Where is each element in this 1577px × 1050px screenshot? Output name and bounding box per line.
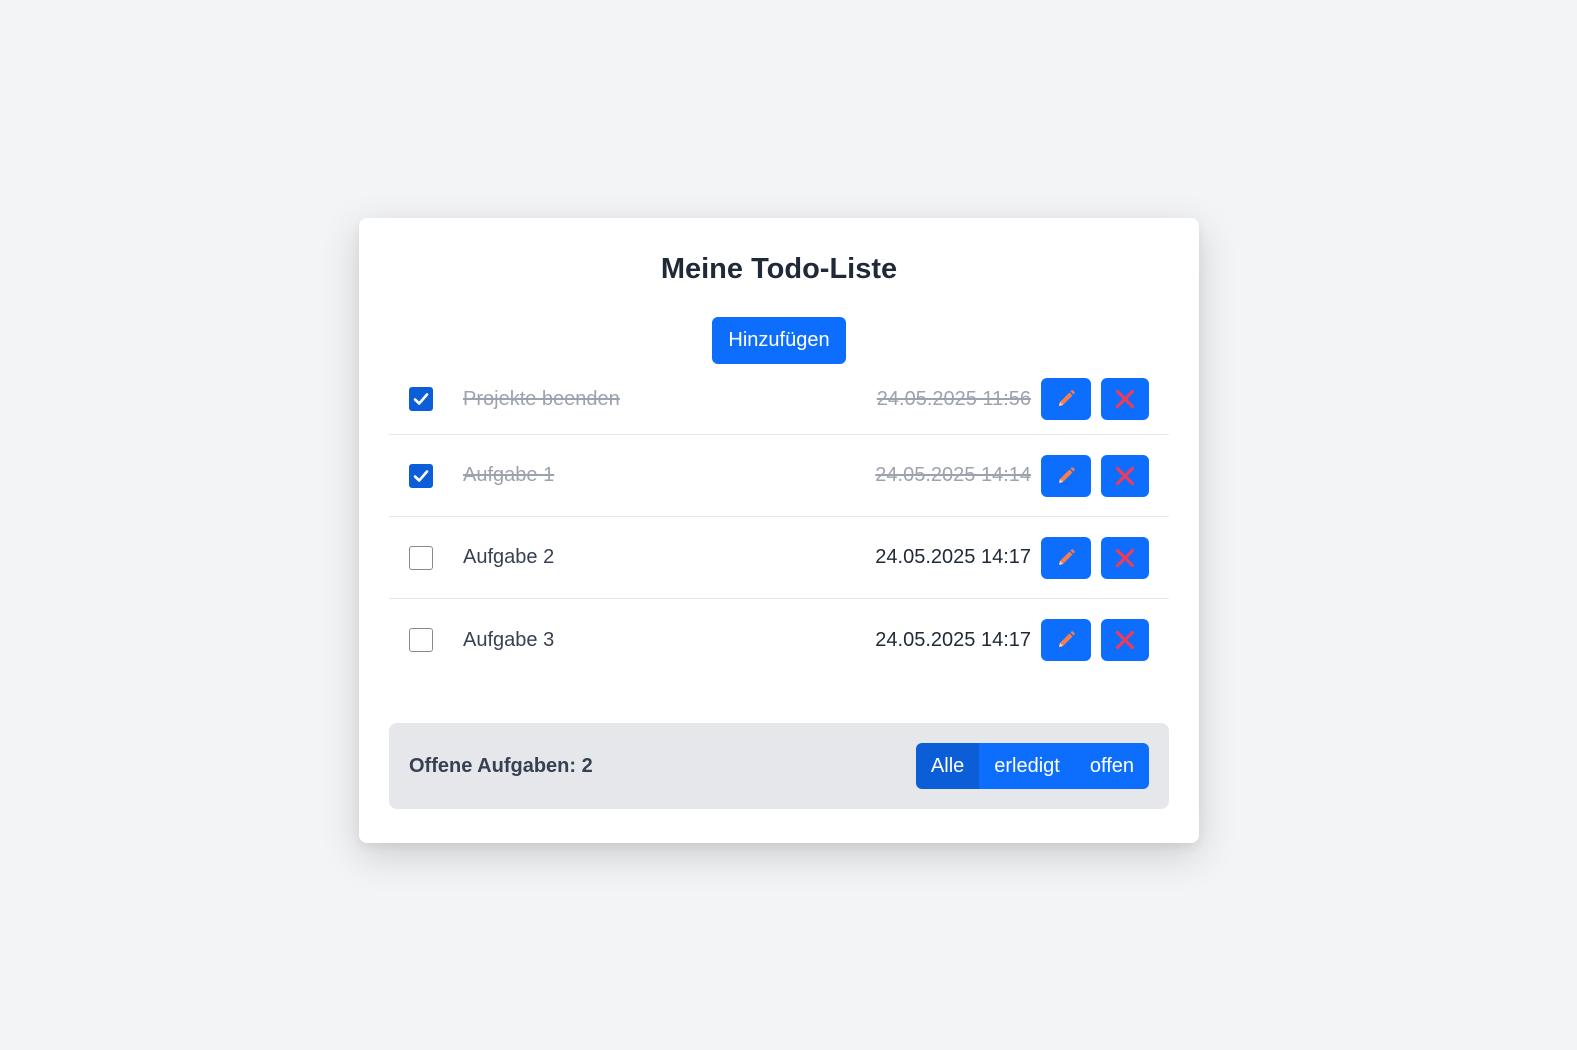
edit-button[interactable] (1041, 454, 1091, 497)
x-icon (1115, 389, 1135, 409)
todo-row: Projekte beenden 24.05.2025 11:56 (389, 364, 1169, 435)
edit-button[interactable] (1041, 619, 1091, 661)
todo-date: 24.05.2025 14:17 (875, 628, 1031, 651)
delete-button[interactable] (1101, 378, 1149, 420)
todo-text: Aufgabe 2 (463, 546, 555, 568)
todo-text: Aufgabe 3 (463, 628, 555, 651)
todo-list: Projekte beenden 24.05.2025 11:56 Aufgab… (389, 364, 1169, 681)
x-icon (1115, 466, 1135, 485)
delete-button[interactable] (1101, 619, 1149, 661)
todo-date: 24.05.2025 14:14 (875, 464, 1031, 486)
delete-button[interactable] (1101, 454, 1149, 497)
filter-button-open[interactable]: offen (1074, 743, 1149, 789)
checkmark-icon (413, 393, 429, 405)
pencil-icon (1059, 548, 1075, 565)
filter-button-done[interactable]: erledigt (979, 743, 1075, 789)
todo-date: 24.05.2025 11:56 (876, 387, 1031, 410)
todo-checkbox[interactable] (409, 463, 433, 488)
todo-row: Aufgabe 3 24.05.2025 14:17 (389, 599, 1169, 681)
todo-text: Aufgabe 1 (463, 464, 555, 486)
footer-bar: Offene Aufgaben: 2 Alle erledigt offen (389, 723, 1169, 809)
x-icon (1115, 630, 1135, 650)
add-button-wrap: Hinzufügen (389, 317, 1169, 364)
delete-button[interactable] (1101, 536, 1149, 579)
checkmark-icon (413, 469, 429, 482)
pencil-icon (1059, 631, 1075, 647)
todo-row: Aufgabe 2 24.05.2025 14:17 (389, 517, 1169, 599)
todo-checkbox[interactable] (409, 628, 433, 652)
edit-button[interactable] (1041, 536, 1091, 579)
todo-card: Meine Todo-Liste Hinzufügen Projekte bee… (359, 218, 1199, 843)
open-tasks-count: Offene Aufgaben: 2 (409, 754, 593, 777)
filter-button-all[interactable]: Alle (915, 743, 980, 789)
edit-button[interactable] (1041, 378, 1091, 420)
todo-checkbox[interactable] (409, 387, 433, 411)
x-icon (1115, 548, 1135, 567)
filter-button-group: Alle erledigt offen (915, 743, 1149, 789)
pencil-icon (1059, 466, 1075, 483)
pencil-icon (1059, 390, 1075, 406)
todo-text: Projekte beenden (463, 387, 620, 410)
todo-checkbox[interactable] (409, 545, 433, 570)
todo-date: 24.05.2025 14:17 (875, 546, 1031, 568)
todo-row: Aufgabe 1 24.05.2025 14:14 (389, 435, 1169, 517)
add-button[interactable]: Hinzufügen (712, 317, 846, 364)
page-title: Meine Todo-Liste (660, 253, 898, 285)
